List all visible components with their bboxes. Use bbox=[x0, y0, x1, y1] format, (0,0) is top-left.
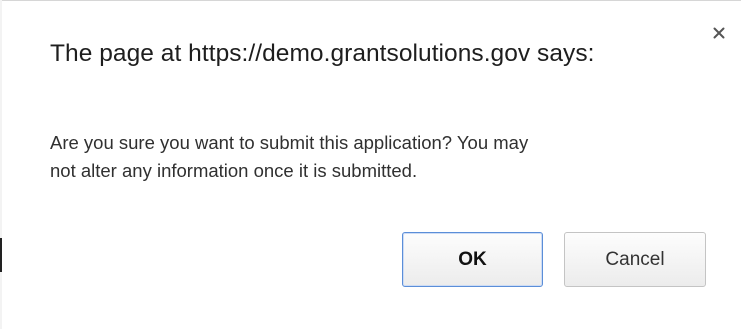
close-button[interactable] bbox=[708, 22, 730, 44]
cancel-button[interactable]: Cancel bbox=[564, 232, 706, 287]
message-line: Are you sure you want to submit this app… bbox=[50, 132, 529, 153]
alert-dialog: The page at https://demo.grantsolutions.… bbox=[0, 0, 741, 329]
ok-button[interactable]: OK bbox=[402, 232, 543, 287]
dialog-left-edge bbox=[0, 0, 2, 329]
dialog-title: The page at https://demo.grantsolutions.… bbox=[50, 40, 595, 67]
dialog-top-border bbox=[0, 0, 741, 1]
background-page-edge bbox=[0, 238, 2, 272]
message-line: not alter any information once it is sub… bbox=[50, 160, 418, 181]
close-icon bbox=[713, 27, 725, 39]
dialog-message: Are you sure you want to submit this app… bbox=[50, 129, 710, 185]
